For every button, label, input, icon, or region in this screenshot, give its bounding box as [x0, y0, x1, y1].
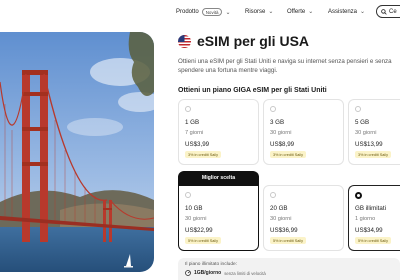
nav-item-label: Prodotto: [176, 9, 199, 15]
plan-data: 20 GB: [270, 205, 288, 212]
plan-card-5gb[interactable]: 5 GB 30 giorni US$13,99 3% in crediti Sa…: [348, 99, 400, 165]
plans-subheading: Ottieni un piano GIGA eSIM per gli Stati…: [178, 87, 327, 94]
unlimited-feature-text: senza limiti di velocità: [224, 270, 266, 276]
chevron-down-icon: ⌄: [225, 9, 231, 16]
plan-data: 10 GB: [185, 205, 203, 212]
plan-data: GB illimitati: [355, 205, 386, 212]
us-flag-icon: [178, 34, 191, 48]
nav-item-prodotto[interactable]: Prodotto Novità ⌄: [176, 8, 230, 16]
plan-data: 3 GB: [270, 119, 285, 126]
unlimited-plan-features: Il piano illimitato include: 1GB/giorno …: [178, 258, 400, 280]
nav-item-risorse[interactable]: Risorse ⌄: [245, 8, 274, 16]
radio-button[interactable]: [185, 106, 191, 112]
nav-item-assistenza[interactable]: Assistenza ⌄: [328, 8, 366, 16]
radio-button[interactable]: [270, 192, 276, 198]
search-icon: [381, 8, 387, 15]
plan-duration: 30 giorni: [185, 216, 207, 222]
plan-data: 5 GB: [355, 119, 370, 126]
plan-price: US$3,99: [185, 141, 210, 148]
radio-button-selected[interactable]: [355, 192, 362, 199]
plan-duration: 7 giorni: [185, 130, 204, 136]
plan-price: US$8,99: [270, 141, 295, 148]
credit-badge: 5% in crediti Saily: [270, 237, 306, 244]
credit-badge: 3% in crediti Saily: [355, 151, 391, 158]
hero-image-golden-gate: [0, 32, 154, 272]
best-choice-tab: Miglior scelta: [178, 171, 259, 185]
page-description: Ottieni una eSIM per gli Stati Uniti e n…: [178, 58, 392, 74]
plan-card-10gb[interactable]: 10 GB 30 giorni US$22,99 5% in crediti S…: [178, 185, 259, 251]
plan-price: US$22,99: [185, 227, 213, 234]
plan-data: 1 GB: [185, 119, 200, 126]
unlimited-feature-item: 1GB/giorno senza limiti di velocità: [185, 270, 266, 276]
chevron-down-icon: ⌄: [360, 9, 366, 15]
credit-badge: 5% in crediti Saily: [185, 237, 221, 244]
credit-badge: 3% in crediti Saily: [185, 151, 221, 158]
nav-item-label: Risorse: [245, 8, 266, 15]
plan-duration: 30 giorni: [270, 216, 292, 222]
search-button-label: Ce: [389, 8, 397, 15]
top-navigation: Prodotto Novità ⌄ Risorse ⌄ Offerte ⌄ As…: [0, 0, 400, 26]
nav-item-label: Assistenza: [328, 8, 358, 15]
unlimited-feature-bold: 1GB/giorno: [194, 270, 222, 276]
credit-badge: 5% in crediti Saily: [355, 237, 391, 244]
plan-card-3gb[interactable]: 3 GB 30 giorni US$8,99 3% in crediti Sai…: [263, 99, 344, 165]
radio-button[interactable]: [355, 106, 361, 112]
plan-card-1gb[interactable]: 1 GB 7 giorni US$3,99 3% in crediti Sail…: [178, 99, 259, 165]
chevron-down-icon: ⌄: [268, 9, 274, 15]
radio-button[interactable]: [185, 192, 191, 198]
plan-price: US$36,99: [270, 227, 298, 234]
search-button[interactable]: Ce: [376, 5, 400, 18]
plan-duration: 1 giorno: [355, 216, 376, 222]
new-badge: Novità: [201, 8, 223, 16]
plan-price: US$34,99: [355, 227, 383, 234]
plan-duration: 30 giorni: [355, 130, 377, 136]
radio-button[interactable]: [270, 106, 276, 112]
nav-item-label: Offerte: [287, 8, 306, 15]
speed-icon: [185, 270, 191, 276]
credit-badge: 3% in crediti Saily: [270, 151, 306, 158]
page-header: eSIM per gli USA: [178, 33, 309, 49]
plan-duration: 30 giorni: [270, 130, 292, 136]
nav-item-offerte[interactable]: Offerte ⌄: [287, 8, 314, 16]
plan-price: US$13,99: [355, 141, 383, 148]
plan-card-20gb[interactable]: 20 GB 30 giorni US$36,99 5% in crediti S…: [263, 185, 344, 251]
unlimited-features-title: Il piano illimitato include:: [185, 262, 237, 267]
page-title: eSIM per gli USA: [197, 33, 310, 49]
plan-card-unlimited[interactable]: GB illimitati 1 giorno US$34,99 5% in cr…: [348, 185, 400, 251]
chevron-down-icon: ⌄: [308, 9, 314, 15]
